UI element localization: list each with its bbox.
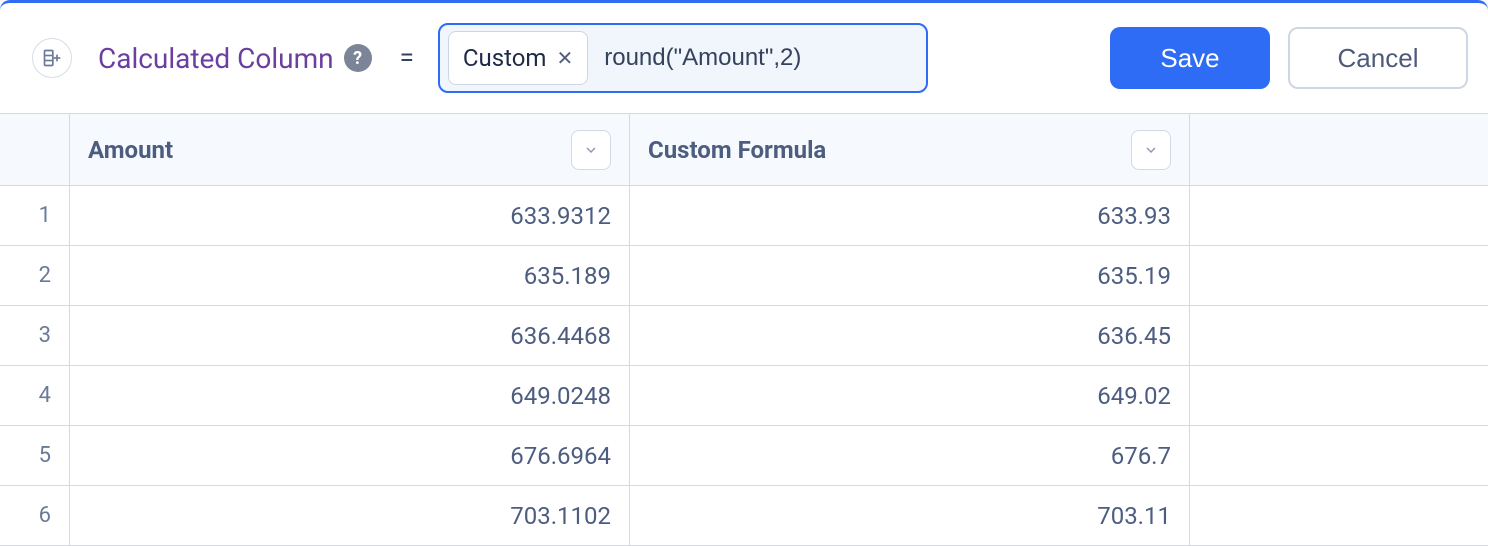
table-row: 5676.6964676.7 [0, 426, 1488, 486]
chevron-down-icon [583, 142, 599, 158]
grid-header-row: Amount Custom Formula [0, 114, 1488, 186]
cell-custom-formula[interactable]: 703.11 [630, 486, 1190, 545]
column-header-amount-label: Amount [88, 136, 173, 164]
table-row: 4649.0248649.02 [0, 366, 1488, 426]
cell-amount[interactable]: 676.6964 [70, 426, 630, 485]
row-number: 6 [0, 486, 70, 545]
column-header-empty [1190, 114, 1488, 185]
column-menu-custom-formula[interactable] [1131, 130, 1171, 170]
cell-custom-formula[interactable]: 676.7 [630, 426, 1190, 485]
cell-empty [1190, 486, 1488, 545]
data-grid: Amount Custom Formula 1633.9312633.93263… [0, 113, 1488, 546]
cell-amount[interactable]: 703.1102 [70, 486, 630, 545]
formula-toolbar: Calculated Column ? = Custom ✕ Save Canc… [0, 3, 1488, 113]
cell-amount[interactable]: 636.4468 [70, 306, 630, 365]
formula-type-chip-label: Custom [463, 44, 547, 72]
cell-empty [1190, 426, 1488, 485]
cell-custom-formula[interactable]: 636.45 [630, 306, 1190, 365]
table-row: 3636.4468636.45 [0, 306, 1488, 366]
equals-sign: = [400, 43, 414, 73]
column-header-custom-formula[interactable]: Custom Formula [630, 114, 1190, 185]
cell-custom-formula[interactable]: 633.93 [630, 186, 1190, 245]
help-icon[interactable]: ? [344, 44, 372, 72]
row-number: 1 [0, 186, 70, 245]
row-number: 2 [0, 246, 70, 305]
calculated-column-title: Calculated Column [98, 42, 334, 75]
calculated-column-title-wrap: Calculated Column ? [98, 42, 372, 75]
row-number: 3 [0, 306, 70, 365]
formula-field[interactable]: Custom ✕ [438, 23, 928, 93]
column-menu-amount[interactable] [571, 130, 611, 170]
cell-custom-formula[interactable]: 635.19 [630, 246, 1190, 305]
chevron-down-icon [1143, 142, 1159, 158]
row-number: 4 [0, 366, 70, 425]
save-button[interactable]: Save [1110, 27, 1270, 89]
column-header-custom-formula-label: Custom Formula [648, 136, 826, 164]
add-column-icon-button[interactable] [32, 38, 72, 78]
table-row: 6703.1102703.11 [0, 486, 1488, 546]
column-header-amount[interactable]: Amount [70, 114, 630, 185]
formula-type-chip[interactable]: Custom ✕ [448, 31, 588, 85]
table-row: 1633.9312633.93 [0, 186, 1488, 246]
cell-amount[interactable]: 635.189 [70, 246, 630, 305]
cell-custom-formula[interactable]: 649.02 [630, 366, 1190, 425]
chip-close-icon[interactable]: ✕ [556, 46, 573, 70]
cancel-button[interactable]: Cancel [1288, 27, 1468, 89]
formula-input[interactable] [588, 31, 918, 85]
rownum-header [0, 114, 70, 185]
cell-amount[interactable]: 633.9312 [70, 186, 630, 245]
add-column-icon [42, 48, 62, 68]
cell-empty [1190, 246, 1488, 305]
table-row: 2635.189635.19 [0, 246, 1488, 306]
cell-empty [1190, 366, 1488, 425]
cell-amount[interactable]: 649.0248 [70, 366, 630, 425]
cell-empty [1190, 186, 1488, 245]
row-number: 5 [0, 426, 70, 485]
cell-empty [1190, 306, 1488, 365]
